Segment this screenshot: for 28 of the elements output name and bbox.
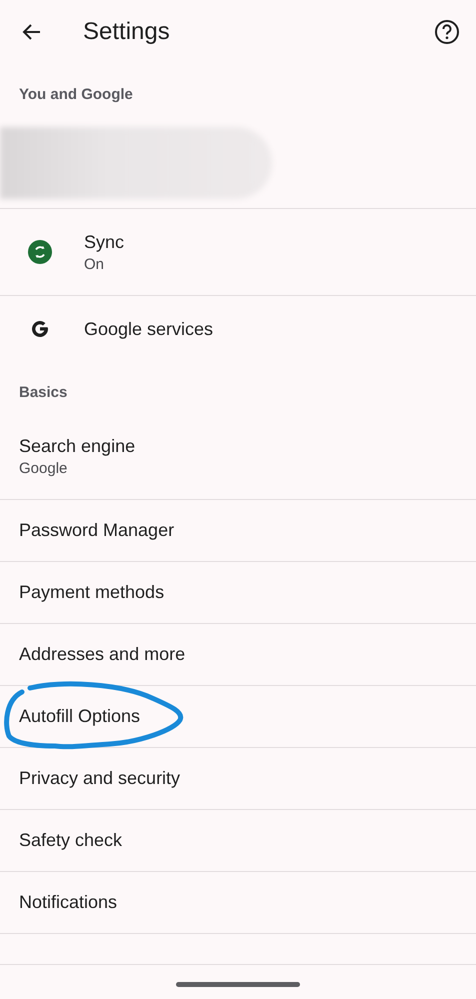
settings-item[interactable]: Privacy and security — [0, 748, 476, 810]
item-title: Payment methods — [19, 582, 164, 603]
settings-item[interactable]: Notifications — [0, 872, 476, 934]
section-heading: Basics — [18, 383, 68, 403]
section-heading: You and Google — [18, 85, 134, 105]
item-title: Autofill Options — [19, 706, 140, 727]
item-title: Safety check — [19, 830, 122, 851]
item-subtitle: On — [84, 256, 106, 272]
item-subtitle: Google — [19, 460, 68, 476]
item-title: Addresses and more — [19, 644, 186, 665]
item-title: Sync — [84, 232, 124, 252]
settings-item[interactable]: Payment methods — [0, 562, 476, 624]
item-title: Privacy and security — [19, 768, 180, 789]
settings-item[interactable]: Autofill Options — [0, 686, 476, 748]
settings-item[interactable]: Password Manager — [0, 500, 476, 562]
item-title: Search engine — [19, 436, 136, 456]
item-title: Google services — [84, 318, 214, 340]
settings-item[interactable]: Google services — [0, 296, 476, 362]
page-title: Settings — [83, 18, 171, 46]
settings-item[interactable]: Addresses and more — [0, 624, 476, 686]
settings-item[interactable]: Safety check — [0, 810, 476, 872]
item-title: Password Manager — [19, 520, 174, 541]
item-title: Notifications — [19, 892, 118, 913]
settings-item[interactable]: Sync On — [0, 209, 476, 296]
help-icon[interactable] — [434, 19, 460, 45]
settings-item[interactable]: Search engine Google — [0, 413, 476, 500]
sync-icon — [28, 240, 52, 264]
g-logo-icon — [30, 319, 50, 339]
